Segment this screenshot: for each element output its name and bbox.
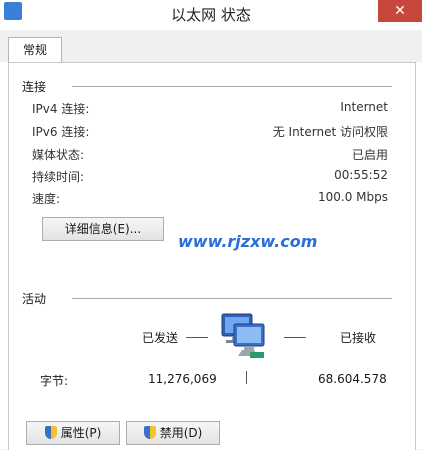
media-state-value: 已启用	[351, 148, 388, 162]
close-button[interactable]: ✕	[378, 0, 422, 22]
computer-network-icon	[221, 313, 265, 358]
media-state-label: 媒体状态:	[32, 148, 85, 162]
bytes-sent-value: 11,276,069	[148, 372, 217, 386]
received-dash	[284, 337, 306, 338]
title-bar: 以太网 状态 ✕	[0, 0, 422, 30]
ipv6-value: 无 Internet 访问权限	[272, 125, 388, 139]
ipv4-label: IPv4 连接:	[32, 102, 90, 116]
activity-section-title: 活动	[22, 292, 47, 306]
speed-label: 速度:	[32, 192, 61, 206]
properties-button[interactable]: 属性(P)	[26, 421, 120, 445]
activity-divider	[72, 298, 392, 299]
ipv4-value: Internet	[340, 100, 388, 114]
details-button[interactable]: 详细信息(E)...	[42, 217, 164, 241]
duration-label: 持续时间:	[32, 170, 85, 184]
disable-button[interactable]: 禁用(D)	[126, 421, 220, 445]
disable-button-label: 禁用(D)	[159, 426, 203, 440]
window-title: 以太网 状态	[171, 6, 251, 24]
tab-strip: 常规	[0, 30, 422, 64]
network-status-window: 以太网 状态 ✕ 常规 连接 IPv4 连接: Internet IPv6 连接…	[0, 0, 422, 450]
bytes-separator	[246, 371, 247, 384]
received-label: 已接收	[340, 331, 377, 345]
bytes-label: 字节:	[40, 374, 69, 388]
watermark-text: www.rjzxw.com	[178, 232, 318, 251]
shield-icon	[143, 426, 156, 439]
properties-button-label: 属性(P)	[60, 426, 102, 440]
connection-section-title: 连接	[22, 80, 47, 94]
shield-icon	[44, 426, 57, 439]
connection-divider	[72, 86, 392, 87]
sent-dash	[186, 337, 208, 338]
speed-value: 100.0 Mbps	[317, 190, 388, 204]
bytes-received-value: 68.604.578	[318, 372, 387, 386]
duration-value: 00:55:52	[334, 168, 388, 182]
sent-label: 已发送	[142, 331, 179, 345]
ipv6-label: IPv6 连接:	[32, 125, 90, 139]
general-panel	[8, 62, 416, 450]
tab-general[interactable]: 常规	[8, 37, 62, 64]
